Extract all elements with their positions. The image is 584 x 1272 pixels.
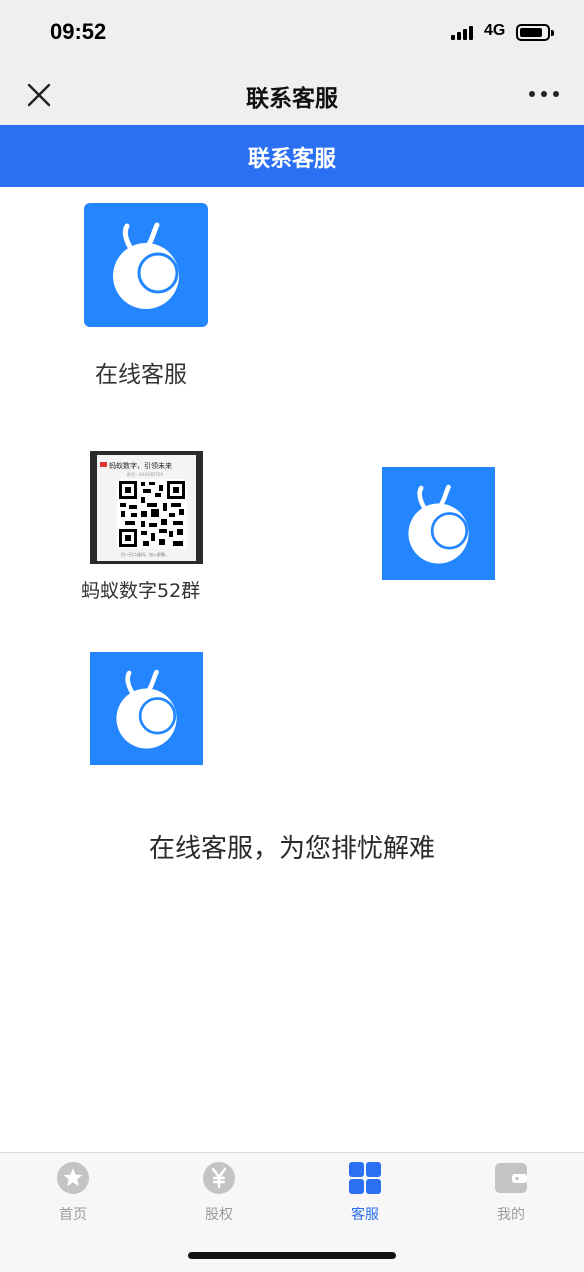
qr-card-title: 蚂蚁数字，引领未来 [109,462,172,470]
tab-mine-label: 我的 [497,1207,525,1223]
network-label: 4G [484,22,506,39]
grid-icon [349,1162,381,1194]
qr-card-subtitle: 群号：4AA34D769 [127,472,163,477]
online-service-label[interactable]: 在线客服 [95,355,187,389]
status-bar: 09:52 4G [0,0,584,64]
qr-group-label[interactable]: 蚂蚁数字52群 [81,576,200,603]
qr-card: 蚂蚁数字，引领未来 群号：4AA34D769 扫一扫二维码，加入群聊。 [97,455,196,561]
tagline: 在线客服，为您排忧解难 [148,834,435,864]
tab-service[interactable]: 客服 [315,1161,415,1223]
qr-code-thumbnail[interactable]: 蚂蚁数字，引领未来 群号：4AA34D769 扫一扫二维码，加入群聊。 [90,451,203,564]
tab-home-label: 首页 [59,1207,87,1223]
contact-logo-right[interactable] [382,467,495,580]
tab-service-label: 客服 [351,1207,379,1223]
tab-equity[interactable]: 股权 [169,1161,269,1223]
star-icon [57,1162,89,1194]
signal-icon [451,26,477,40]
status-time: 09:52 [50,19,107,44]
app-logo-icon [113,222,179,309]
tab-equity-label: 股权 [205,1207,233,1223]
battery-icon [516,24,554,41]
app-logo-icon [408,484,469,564]
more-icon[interactable] [528,89,560,99]
page-title: 联系客服 [247,147,336,172]
contact-logo-left[interactable] [90,652,203,765]
app-logo-icon [116,669,177,749]
nav-bar: 联系客服 [0,64,584,125]
flag-icon [100,462,107,467]
home-indicator [188,1252,396,1259]
nav-title: 联系客服 [246,86,338,112]
tab-mine[interactable]: 我的 [461,1161,561,1223]
qr-code-icon [117,479,187,549]
qr-card-footer: 扫一扫二维码，加入群聊。 [121,552,169,557]
page-header: 联系客服 [0,125,584,187]
wallet-icon [495,1163,527,1193]
tab-home[interactable]: 首页 [23,1161,123,1223]
online-service-logo[interactable] [84,203,208,327]
yen-icon [203,1162,235,1194]
